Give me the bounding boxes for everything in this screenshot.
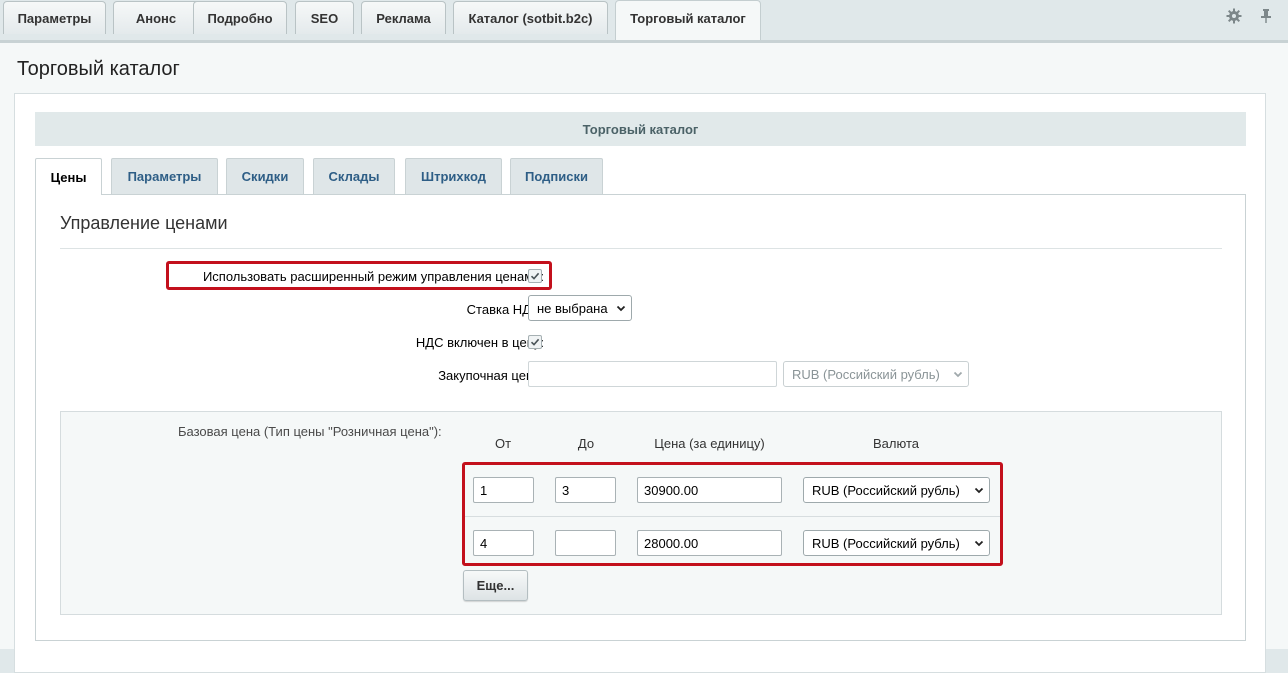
vat-included-label: НДС включен в цену: — [415, 335, 544, 350]
price-row-2-currency[interactable]: RUB (Российский рубль) — [803, 530, 990, 556]
price-row-1-currency-value: RUB (Российский рубль) — [812, 482, 960, 498]
extended-mode-label: Использовать расширенный режим управлени… — [202, 269, 544, 284]
pin-icon[interactable] — [1256, 6, 1276, 26]
price-row-1-to[interactable] — [555, 477, 616, 503]
purchase-price-input[interactable] — [528, 361, 777, 387]
purchase-currency-value: RUB (Российский рубль) — [792, 366, 940, 382]
price-row-2-currency-value: RUB (Российский рубль) — [812, 535, 960, 551]
gear-icon[interactable] — [1224, 6, 1244, 26]
top-tab-bar: Параметры Анонс Подробно SEO Реклама Кат… — [0, 0, 1288, 40]
extended-mode-checkbox[interactable] — [528, 269, 542, 283]
main-panel: Торговый каталог Торговый каталог Цены П… — [0, 40, 1288, 673]
vat-rate-value: не выбрана — [537, 300, 608, 316]
tab-advertising[interactable]: Реклама — [361, 1, 446, 34]
price-row-1-currency[interactable]: RUB (Российский рубль) — [803, 477, 990, 503]
content-box: Торговый каталог Цены Параметры Скидки С… — [14, 93, 1266, 673]
chevron-down-icon — [974, 540, 984, 547]
tab-inner-parameters[interactable]: Параметры — [111, 158, 218, 194]
vat-included-checkbox[interactable] — [528, 335, 542, 349]
price-row-1-from[interactable] — [473, 477, 534, 503]
chevron-down-icon — [974, 487, 984, 494]
chevron-down-icon — [953, 371, 963, 378]
column-header-from: От — [494, 436, 512, 451]
row-separator — [465, 516, 1000, 517]
purchase-currency-select[interactable]: RUB (Российский рубль) — [783, 361, 969, 387]
column-header-price: Цена (за единицу) — [654, 436, 765, 451]
price-management-title: Управление ценами — [60, 213, 228, 233]
more-rows-button[interactable]: Еще... — [463, 570, 528, 601]
chevron-down-icon — [616, 305, 626, 312]
tab-trade-catalog[interactable]: Торговый каталог — [615, 0, 761, 40]
tab-warehouses[interactable]: Склады — [313, 158, 395, 194]
column-header-to: До — [577, 436, 595, 451]
check-icon — [530, 338, 540, 346]
base-price-box: Базовая цена (Тип цены "Розничная цена")… — [60, 411, 1222, 615]
prices-panel: Управление ценами Использовать расширенн… — [35, 194, 1246, 641]
section-header: Торговый каталог — [35, 112, 1246, 146]
tab-announcement[interactable]: Анонс — [113, 1, 199, 34]
check-icon — [530, 272, 540, 280]
tab-prices[interactable]: Цены — [35, 158, 102, 195]
tab-discounts[interactable]: Скидки — [226, 158, 304, 194]
tab-barcode[interactable]: Штрихкод — [405, 158, 502, 194]
price-row-1-price[interactable] — [637, 477, 782, 503]
price-row-2-to[interactable] — [555, 530, 616, 556]
divider — [60, 248, 1222, 249]
vat-rate-select[interactable]: не выбрана — [528, 295, 632, 321]
column-header-currency: Валюта — [873, 436, 919, 451]
tab-subscriptions[interactable]: Подписки — [510, 158, 603, 194]
page-title: Торговый каталог — [17, 58, 180, 80]
base-price-label: Базовая цена (Тип цены "Розничная цена")… — [178, 424, 442, 439]
tab-seo[interactable]: SEO — [295, 1, 354, 34]
tab-details[interactable]: Подробно — [193, 1, 287, 34]
price-row-2-from[interactable] — [473, 530, 534, 556]
price-row-2-price[interactable] — [637, 530, 782, 556]
tab-parameters[interactable]: Параметры — [3, 1, 106, 34]
tab-catalog-sotbit[interactable]: Каталог (sotbit.b2c) — [453, 1, 608, 34]
